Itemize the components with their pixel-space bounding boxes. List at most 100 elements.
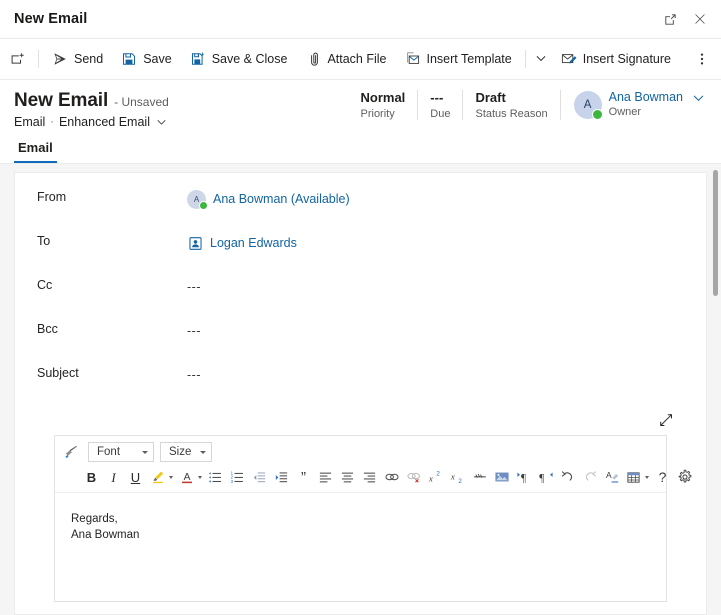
font-family-select[interactable]: Font: [88, 442, 154, 462]
chevron-down-icon: [156, 117, 167, 128]
numbered-list-button[interactable]: 1 2 3: [227, 467, 248, 488]
avatar: A: [187, 189, 208, 210]
attach-file-button[interactable]: Attach File: [297, 44, 394, 74]
owner-dropdown-button[interactable]: [692, 89, 705, 105]
insert-signature-icon: [561, 51, 577, 67]
status-reason-value: Draft: [475, 90, 506, 105]
decrease-indent-icon: [252, 470, 267, 485]
bcc-empty-value: ---: [187, 324, 201, 338]
due-value: ---: [430, 90, 444, 105]
insert-signature-button[interactable]: Insert Signature: [553, 44, 679, 74]
priority-stat[interactable]: Normal Priority: [349, 89, 418, 122]
subscript-button[interactable]: x 2: [447, 467, 468, 488]
align-right-button[interactable]: [359, 467, 380, 488]
increase-indent-icon: [274, 470, 289, 485]
expand-editor-button[interactable]: [656, 410, 676, 430]
rtl-direction-icon: ¶: [538, 469, 554, 485]
attach-file-label: Attach File: [327, 51, 387, 66]
insert-image-button[interactable]: [491, 467, 512, 488]
status-reason-stat[interactable]: Draft Status Reason: [463, 89, 559, 122]
subject-value[interactable]: ---: [187, 363, 684, 386]
bulleted-list-icon: [208, 470, 223, 485]
title-bar: New Email: [0, 0, 721, 39]
insert-link-button[interactable]: [381, 467, 402, 488]
cc-empty-value: ---: [187, 280, 201, 294]
window-title: New Email: [14, 11, 88, 27]
font-size-select[interactable]: Size: [160, 442, 212, 462]
editor-settings-button[interactable]: [674, 467, 695, 488]
save-and-close-button[interactable]: Save & Close: [182, 44, 296, 74]
bold-button[interactable]: B: [81, 467, 102, 488]
font-family-value: Font: [97, 446, 121, 458]
superscript-icon: x 2: [428, 469, 444, 485]
increase-indent-button[interactable]: [271, 467, 292, 488]
page-title: New Email: [14, 90, 109, 111]
save-button[interactable]: Save: [113, 44, 180, 74]
form-selector-label[interactable]: Enhanced Email: [59, 115, 150, 129]
to-recipient-link[interactable]: Logan Edwards: [210, 236, 297, 250]
new-email-window: New Email Send Save Save & Close Attach …: [0, 0, 721, 615]
clear-formatting-button[interactable]: A: [601, 467, 622, 488]
highlight-color-icon: [147, 467, 168, 488]
status-reason-label: Status Reason: [475, 108, 548, 120]
underline-button[interactable]: U: [125, 467, 146, 488]
vertical-scrollbar-thumb[interactable]: [713, 170, 718, 296]
presence-available-icon: [591, 108, 603, 120]
popout-icon: [663, 12, 678, 27]
insert-template-button[interactable]: Insert Template: [397, 44, 520, 74]
due-stat[interactable]: --- Due: [418, 89, 462, 122]
contact-icon: [187, 235, 203, 251]
redo-button[interactable]: [579, 467, 600, 488]
form-selector-button[interactable]: [156, 117, 167, 128]
owner-stat[interactable]: A Ana Bowman Owner: [561, 89, 707, 120]
tab-email[interactable]: Email: [14, 131, 57, 163]
field-row-to: To Logan Edwards: [37, 231, 684, 275]
undo-button[interactable]: [557, 467, 578, 488]
chevron-down-icon: [169, 475, 173, 479]
ltr-direction-button[interactable]: ¶: [513, 467, 534, 488]
font-color-button[interactable]: A: [176, 467, 204, 488]
bulleted-list-button[interactable]: [205, 467, 226, 488]
close-button[interactable]: [685, 4, 715, 34]
editor-toolbar-row-1: Font Size: [61, 440, 660, 464]
avatar: A: [573, 90, 603, 120]
strikethrough-icon: [472, 469, 488, 485]
chevron-down-icon: [142, 450, 148, 454]
strikethrough-button[interactable]: [469, 467, 490, 488]
tab-email-label: Email: [18, 139, 53, 155]
from-person-link[interactable]: Ana Bowman (Available): [213, 192, 350, 206]
send-button[interactable]: Send: [44, 44, 111, 74]
superscript-button[interactable]: x 2: [425, 467, 446, 488]
insert-signature-label: Insert Signature: [582, 51, 671, 66]
decrease-indent-button[interactable]: [249, 467, 270, 488]
new-record-button[interactable]: [3, 44, 33, 74]
svg-text:3: 3: [231, 478, 234, 483]
popout-button[interactable]: [655, 4, 685, 34]
bcc-value[interactable]: ---: [187, 319, 684, 342]
remove-link-button[interactable]: [403, 467, 424, 488]
italic-button[interactable]: I: [103, 467, 124, 488]
insert-template-dropdown-button[interactable]: [530, 45, 552, 73]
blockquote-button[interactable]: ”: [293, 467, 314, 488]
insert-link-icon: [384, 469, 400, 485]
svg-text:x: x: [450, 472, 455, 482]
from-value[interactable]: A Ana Bowman (Available): [187, 187, 684, 210]
align-center-button[interactable]: [337, 467, 358, 488]
email-body-editor[interactable]: Regards, Ana Bowman: [55, 493, 666, 601]
rtl-direction-button[interactable]: ¶: [535, 467, 556, 488]
command-bar-overflow-button[interactable]: [689, 45, 715, 73]
format-painter-button[interactable]: [61, 442, 82, 463]
to-value[interactable]: Logan Edwards: [187, 231, 684, 254]
table-button[interactable]: [623, 467, 651, 488]
align-left-button[interactable]: [315, 467, 336, 488]
blockquote-icon: ”: [301, 468, 306, 486]
save-and-close-label: Save & Close: [211, 51, 288, 66]
remove-link-icon: [406, 469, 422, 485]
align-left-icon: [318, 470, 333, 485]
owner-name-link[interactable]: Ana Bowman: [609, 89, 683, 105]
highlight-color-button[interactable]: [147, 467, 175, 488]
cc-value[interactable]: ---: [187, 275, 684, 298]
close-icon: [693, 12, 707, 26]
vertical-scrollbar[interactable]: [712, 168, 719, 611]
help-button[interactable]: ?: [652, 467, 673, 488]
